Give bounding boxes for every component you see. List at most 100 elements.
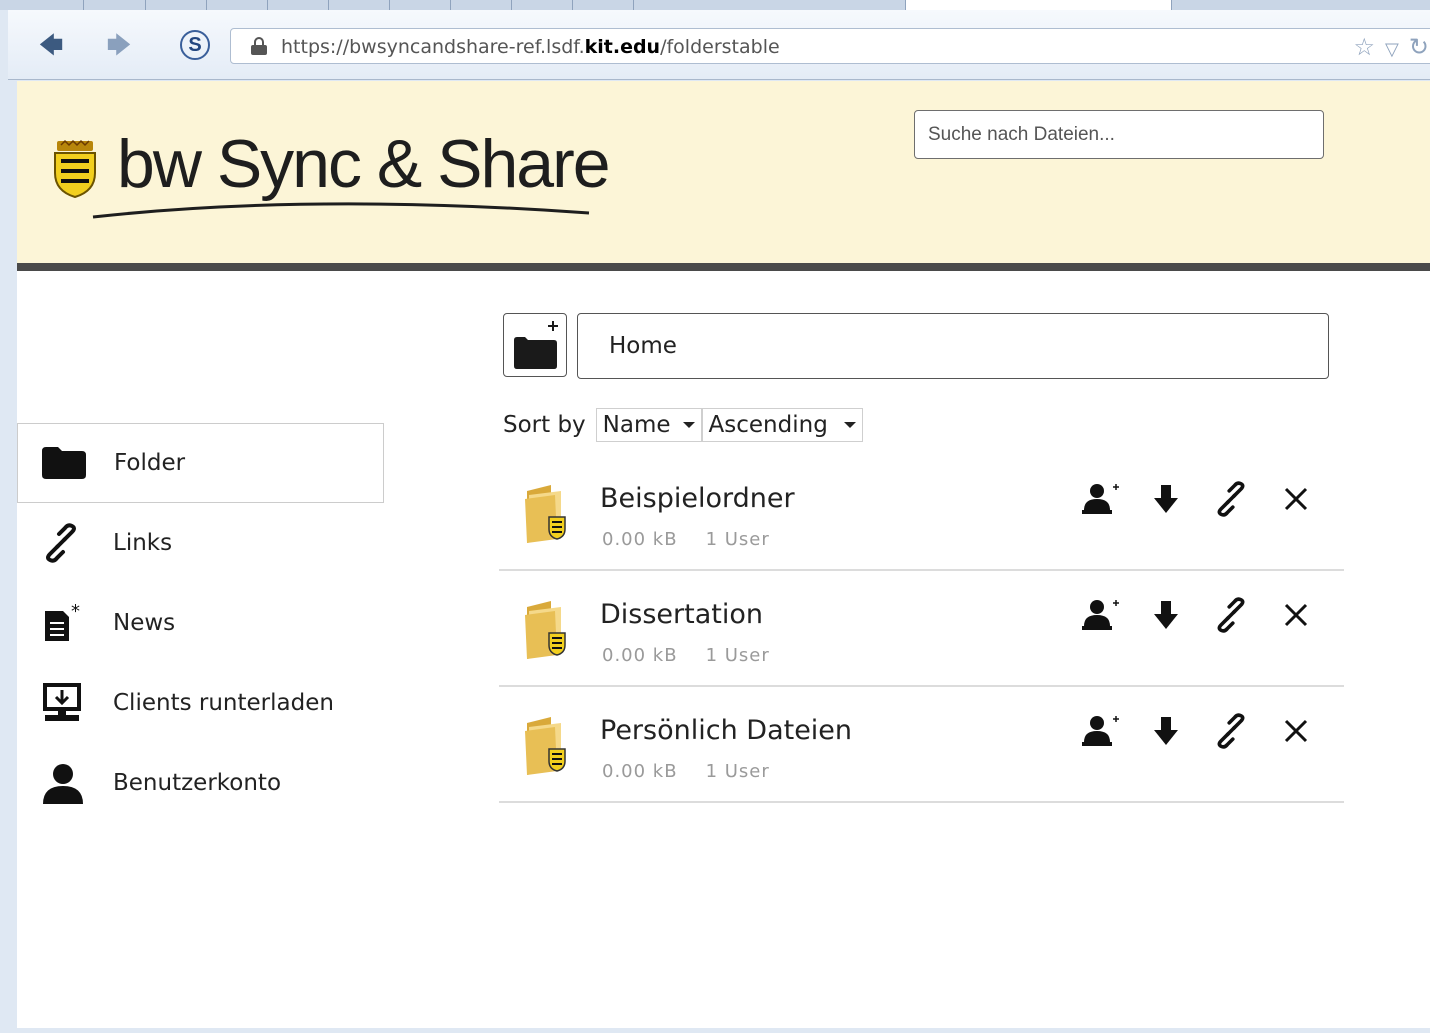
sidebar-item-label: Links <box>113 530 173 556</box>
link-icon <box>1217 597 1245 633</box>
folder-meta: 0.00 kB 1 User <box>602 645 770 666</box>
folder-name[interactable]: Beispielordner <box>600 483 795 514</box>
sort-field-select[interactable]: Name <box>595 408 702 442</box>
chevron-down-icon <box>682 422 695 428</box>
sidebar-item-label: News <box>113 610 176 636</box>
add-user-icon <box>1082 484 1119 514</box>
search-input[interactable] <box>914 110 1324 159</box>
breadcrumb[interactable]: Home <box>577 313 1329 379</box>
browser-tab[interactable] <box>573 0 634 10</box>
share-button[interactable] <box>1081 479 1121 519</box>
chevron-down-icon <box>843 422 856 428</box>
browser-tab[interactable] <box>0 0 84 10</box>
shared-folder-icon <box>525 485 566 543</box>
s-extension-icon[interactable]: S <box>180 30 210 60</box>
sidebar-item-folder[interactable]: Folder <box>17 423 384 503</box>
site-header: bw Sync & Share <box>17 81 1430 271</box>
browser-tab[interactable] <box>207 0 268 10</box>
sidebar-item-news[interactable]: * News <box>17 583 384 663</box>
reload-icon[interactable]: ↻ <box>1409 33 1429 61</box>
folder-name[interactable]: Dissertation <box>600 599 763 630</box>
delete-button[interactable] <box>1276 479 1316 519</box>
browser-tab[interactable] <box>84 0 146 10</box>
folder-users: 1 User <box>705 645 770 666</box>
sort-label: Sort by <box>503 412 586 438</box>
sidebar-item-clients[interactable]: Clients runterladen <box>17 663 384 743</box>
link-icon <box>1217 713 1245 749</box>
bookmark-star-icon[interactable]: ☆ <box>1354 33 1376 61</box>
link-icon <box>41 523 89 563</box>
address-bar[interactable]: https://bwsyncandshare-ref.lsdf.kit.edu/… <box>230 28 1430 64</box>
folder-size: 0.00 kB <box>602 645 678 666</box>
breadcrumb-home[interactable]: Home <box>609 333 677 359</box>
folder-actions <box>1081 479 1316 519</box>
url-text[interactable]: https://bwsyncandshare-ref.lsdf.kit.edu/… <box>281 36 780 58</box>
delete-button[interactable] <box>1276 595 1316 635</box>
download-button[interactable] <box>1146 479 1186 519</box>
lock-icon <box>251 37 267 55</box>
site-logo[interactable]: bw Sync & Share <box>51 126 611 221</box>
forward-arrow-icon[interactable]: 🡆 <box>104 30 134 60</box>
folder-icon <box>42 443 90 483</box>
download-icon <box>1154 485 1178 513</box>
folder-actions <box>1081 711 1316 751</box>
browser-window: 🡄 🡆 S https://bwsyncandshare-ref.lsdf.ki… <box>0 0 1430 1033</box>
browser-tab[interactable] <box>634 0 906 10</box>
browser-tab[interactable] <box>329 0 390 10</box>
folder-users: 1 User <box>705 529 770 550</box>
back-arrow-icon[interactable]: 🡄 <box>36 30 66 60</box>
folder-name[interactable]: Persönlich Dateien <box>600 715 852 746</box>
page-content: bw Sync & Share Folder Links <box>17 81 1430 1028</box>
logo-swoosh <box>92 202 590 219</box>
browser-tab[interactable] <box>512 0 573 10</box>
sidebar-item-label: Clients runterladen <box>113 690 334 716</box>
folder-meta: 0.00 kB 1 User <box>602 761 770 782</box>
crest-icon <box>54 139 96 199</box>
download-button[interactable] <box>1146 595 1186 635</box>
delete-icon <box>1284 719 1308 743</box>
link-button[interactable] <box>1211 479 1251 519</box>
svg-text:*: * <box>71 603 80 622</box>
download-button[interactable] <box>1146 711 1186 751</box>
sidebar-item-links[interactable]: Links <box>17 503 384 583</box>
user-icon <box>41 763 89 804</box>
tab-strip <box>0 0 1430 10</box>
folder-users: 1 User <box>705 761 770 782</box>
sort-order-select[interactable]: Ascending <box>701 408 863 442</box>
browser-tab[interactable] <box>390 0 451 10</box>
news-icon: * <box>41 603 89 643</box>
new-folder-button[interactable] <box>503 313 567 377</box>
share-button[interactable] <box>1081 595 1121 635</box>
folder-list: Beispielordner 0.00 kB 1 User Dissertatio… <box>499 455 1344 803</box>
link-button[interactable] <box>1211 595 1251 635</box>
sidebar-item-account[interactable]: Benutzerkonto <box>17 743 384 823</box>
sidebar-nav: Folder Links * News Clients runterladen <box>17 423 384 823</box>
download-icon <box>1154 601 1178 629</box>
folder-meta: 0.00 kB 1 User <box>602 529 770 550</box>
add-user-icon <box>1082 600 1119 630</box>
share-button[interactable] <box>1081 711 1121 751</box>
folder-size: 0.00 kB <box>602 529 678 550</box>
browser-tab[interactable] <box>451 0 512 10</box>
dropdown-icon[interactable]: ▽ <box>1385 39 1399 60</box>
download-icon <box>1154 717 1178 745</box>
sidebar-item-label: Folder <box>114 450 186 476</box>
delete-button[interactable] <box>1276 711 1316 751</box>
link-button[interactable] <box>1211 711 1251 751</box>
folder-row[interactable]: Dissertation 0.00 kB 1 User <box>499 571 1344 687</box>
folder-actions <box>1081 595 1316 635</box>
browser-tab-active[interactable] <box>906 0 1172 10</box>
shared-folder-icon <box>525 717 566 775</box>
folder-size: 0.00 kB <box>602 761 678 782</box>
browser-tab[interactable] <box>146 0 207 10</box>
add-user-icon <box>1082 716 1119 746</box>
browser-tab[interactable] <box>268 0 329 10</box>
link-icon <box>1217 481 1245 517</box>
browser-toolbar: 🡄 🡆 S https://bwsyncandshare-ref.lsdf.ki… <box>8 10 1430 80</box>
delete-icon <box>1284 487 1308 511</box>
download-client-icon <box>41 683 89 723</box>
logo-text: bw Sync & Share <box>117 126 611 202</box>
sort-bar: Sort by Name Ascending <box>503 407 863 443</box>
folder-row[interactable]: Beispielordner 0.00 kB 1 User <box>499 455 1344 571</box>
folder-row[interactable]: Persönlich Dateien 0.00 kB 1 User <box>499 687 1344 803</box>
